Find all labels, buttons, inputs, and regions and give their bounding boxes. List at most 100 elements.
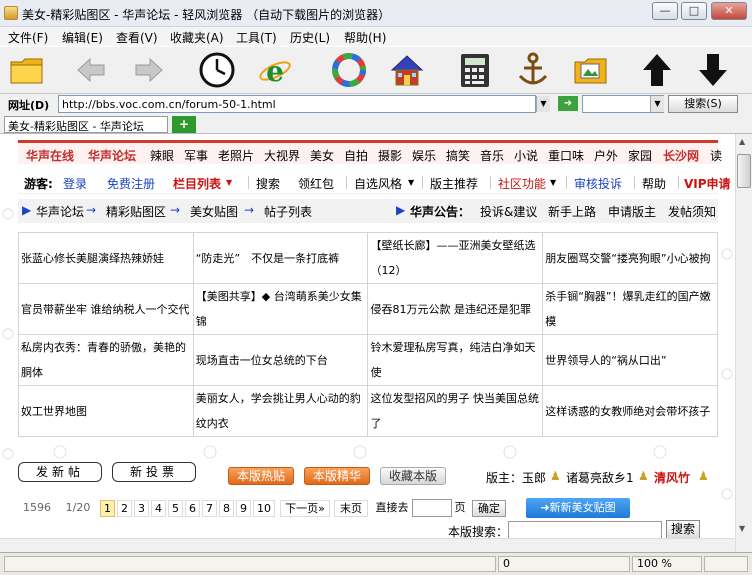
page-link[interactable]: 5: [168, 500, 183, 517]
post-link[interactable]: 【壁纸长廊】——亚洲美女壁纸选（12）: [367, 232, 544, 284]
post-link[interactable]: 私房内衣秀：青春的骄傲，美艳的胴体: [18, 334, 194, 386]
scroll-down-icon[interactable]: ▼: [739, 524, 745, 533]
forward-icon[interactable]: [130, 50, 168, 90]
address-dropdown-icon[interactable]: ▼: [536, 96, 550, 112]
announce-link[interactable]: 投诉&建议: [480, 203, 537, 220]
last-page-link[interactable]: 末页: [334, 500, 368, 517]
ie-icon[interactable]: e: [256, 50, 294, 90]
vip-link[interactable]: VIP申请: [684, 175, 731, 192]
post-link[interactable]: “防走光” 不仅是一条打底裤: [192, 232, 369, 284]
picture-folder-icon[interactable]: [572, 50, 610, 90]
post-link[interactable]: 朋友圈骂交警“搂亮狗眼”小心被拘: [542, 232, 718, 284]
next-page-link[interactable]: 下一页»: [280, 500, 330, 517]
nav-item[interactable]: 大视界: [264, 147, 300, 164]
horizontal-scrollbar[interactable]: [0, 538, 735, 552]
search-button[interactable]: 搜索(S): [668, 95, 738, 113]
nav-item[interactable]: 长沙网: [663, 147, 699, 164]
post-link[interactable]: 官员带薪坐牢 谁给纳税人一个交代: [18, 283, 194, 335]
new-poll-button[interactable]: 新投票: [112, 462, 196, 482]
post-link[interactable]: 美丽女人，学会挑让男人心动的豹纹内衣: [192, 385, 369, 437]
style-link[interactable]: 自选风格: [354, 175, 402, 192]
page-link[interactable]: 2: [117, 500, 132, 517]
calculator-icon[interactable]: [456, 50, 494, 90]
back-icon[interactable]: [72, 50, 110, 90]
search-engine-dropdown-icon[interactable]: ▼: [650, 96, 664, 112]
nav-item[interactable]: 重口味: [548, 147, 584, 164]
favorite-board-button[interactable]: 收藏本版: [380, 467, 446, 485]
minimize-button[interactable]: —: [652, 2, 678, 20]
column-list-link[interactable]: 栏目列表: [173, 175, 221, 192]
folder-icon[interactable]: [8, 50, 46, 90]
menu-view[interactable]: 查看(V): [116, 29, 158, 46]
board-search-input[interactable]: [508, 521, 662, 539]
moderator-recommend-link[interactable]: 版主推荐: [430, 175, 478, 192]
anchor-icon[interactable]: [514, 50, 552, 90]
menu-favorites[interactable]: 收藏夹(A): [170, 29, 224, 46]
moderator-link[interactable]: 玉郎: [522, 469, 546, 486]
post-link[interactable]: 现场直击一位女总统的下台: [192, 334, 369, 386]
post-link[interactable]: 【美图共享】◆ 台湾萌系美少女集锦: [192, 283, 369, 335]
post-link[interactable]: 杀手锏“胸器”！爆乳走红的国产嫩模: [542, 283, 718, 335]
page-link[interactable]: 9: [236, 500, 251, 517]
goto-page-input[interactable]: [412, 499, 452, 517]
nav-item[interactable]: 美女: [310, 147, 334, 164]
nav-item[interactable]: 小说: [514, 147, 538, 164]
announce-link[interactable]: 新手上路: [548, 203, 596, 220]
page-link[interactable]: 10: [253, 500, 275, 517]
nav-item[interactable]: 摄影: [378, 147, 402, 164]
close-button[interactable]: ✕: [711, 2, 747, 20]
zoom-level[interactable]: 100 %: [632, 556, 702, 572]
nav-item[interactable]: 读: [710, 147, 722, 164]
nav-item[interactable]: 华声在线: [26, 147, 74, 164]
maximize-button[interactable]: □: [681, 2, 707, 20]
goto-confirm-button[interactable]: 确定: [472, 500, 506, 517]
nav-item[interactable]: 娱乐: [412, 147, 436, 164]
hot-posts-button[interactable]: 本版热贴: [228, 467, 294, 485]
nav-item[interactable]: 华声论坛: [88, 147, 136, 164]
refresh-ring-icon[interactable]: [330, 50, 368, 90]
page-link-current[interactable]: 1: [100, 500, 115, 517]
nav-item[interactable]: 军事: [184, 147, 208, 164]
go-button[interactable]: ➜: [558, 96, 578, 111]
essence-button[interactable]: 本版精华: [304, 467, 370, 485]
nav-item[interactable]: 老照片: [218, 147, 254, 164]
new-beauty-post-button[interactable]: ➜新新美女贴图: [526, 498, 630, 518]
page-link[interactable]: 8: [219, 500, 234, 517]
nav-item[interactable]: 家园: [628, 147, 652, 164]
page-link[interactable]: 6: [185, 500, 200, 517]
breadcrumb-item[interactable]: 华声论坛: [36, 203, 84, 220]
community-link[interactable]: 社区功能: [498, 175, 546, 192]
scroll-thumb[interactable]: [737, 154, 751, 188]
breadcrumb-item[interactable]: 精彩贴图区: [106, 203, 166, 220]
post-link[interactable]: 奴工世界地图: [18, 385, 194, 437]
home-icon[interactable]: [388, 50, 426, 90]
post-link[interactable]: 侵吞81万元公款 是违纪还是犯罪: [367, 283, 544, 335]
new-tab-button[interactable]: +: [172, 116, 196, 133]
moderator-link[interactable]: 清风竹: [654, 469, 690, 486]
register-link[interactable]: 免费注册: [107, 175, 155, 192]
search-link[interactable]: 搜索: [256, 175, 280, 192]
nav-item[interactable]: 音乐: [480, 147, 504, 164]
address-input[interactable]: http://bbs.voc.com.cn/forum-50-1.html: [58, 95, 536, 113]
announce-link[interactable]: 申请版主: [608, 203, 656, 220]
nav-item[interactable]: 搞笑: [446, 147, 470, 164]
post-link[interactable]: 世界领导人的“祸从口出”: [542, 334, 718, 386]
login-link[interactable]: 登录: [63, 175, 87, 192]
scroll-up-icon[interactable]: ▲: [739, 137, 745, 146]
post-link[interactable]: 这位发型招风的男子 快当美国总统了: [367, 385, 544, 437]
post-link[interactable]: 这样诱惑的女教师绝对会带坏孩子: [542, 385, 718, 437]
tab-active[interactable]: 美女-精彩贴图区 - 华声论坛: [4, 116, 168, 133]
page-link[interactable]: 4: [151, 500, 166, 517]
post-link[interactable]: 张蓝心修长美腿演绎热辣娇娃: [18, 232, 194, 284]
help-link[interactable]: 帮助: [642, 175, 666, 192]
board-search-button[interactable]: 搜索: [666, 520, 700, 539]
new-post-button[interactable]: 发新帖: [18, 462, 102, 482]
page-link[interactable]: 3: [134, 500, 149, 517]
vertical-scrollbar[interactable]: ▲ ▼: [735, 134, 752, 552]
moderator-link[interactable]: 诸葛亮敌乡1: [566, 469, 634, 486]
red-packet-link[interactable]: 领红包: [298, 175, 334, 192]
breadcrumb-item[interactable]: 美女贴图: [190, 203, 238, 220]
menu-edit[interactable]: 编辑(E): [62, 29, 103, 46]
clock-icon[interactable]: [198, 50, 236, 90]
nav-item[interactable]: 自拍: [344, 147, 368, 164]
